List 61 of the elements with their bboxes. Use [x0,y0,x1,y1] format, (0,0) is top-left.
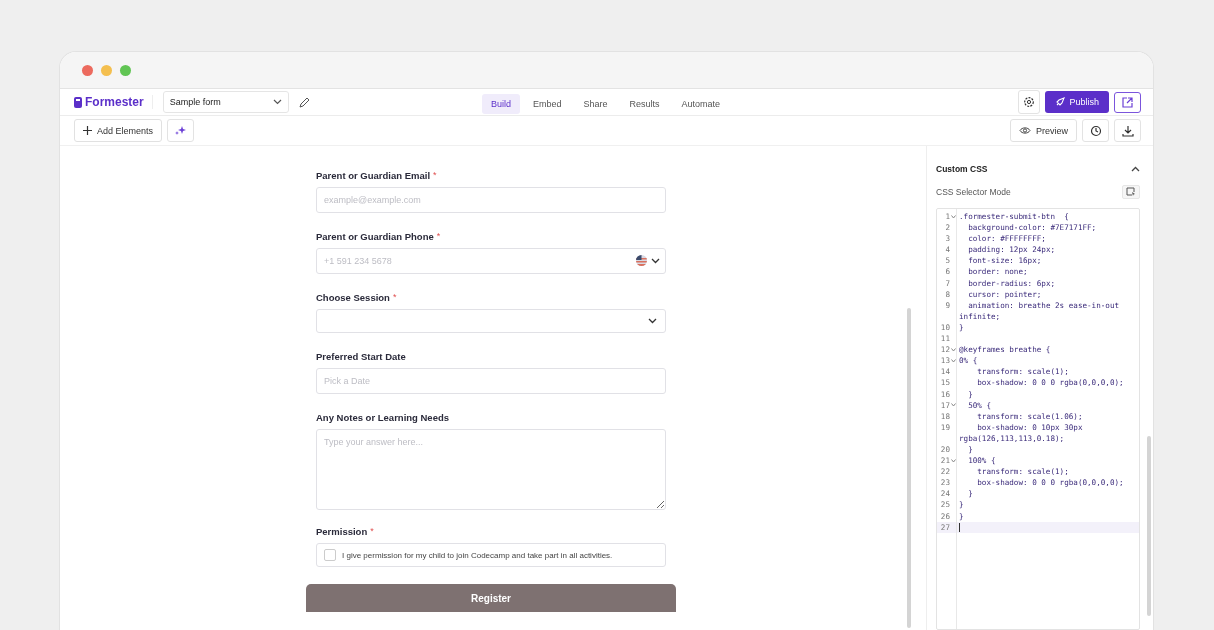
field-label: Parent or Guardian Email [316,170,431,181]
sparkle-icon [175,125,187,136]
checkbox[interactable] [324,549,336,561]
cursor-select-icon [1126,187,1136,197]
nav-tab[interactable]: Automate [672,94,730,115]
field-label: Any Notes or Learning Needs [316,412,450,423]
field-label: Preferred Start Date [316,351,406,362]
text-area[interactable]: Type your answer here... [316,429,666,510]
register-button[interactable]: Register [306,584,676,612]
open-external-button[interactable] [1114,91,1141,113]
logo-icon [74,96,82,108]
pencil-icon[interactable] [298,96,310,108]
maximize-window-dot[interactable] [120,64,131,76]
fold-icon[interactable] [950,214,956,219]
email-field[interactable]: example@example.com [316,187,666,213]
form-dropdown[interactable]: Sample form [162,91,289,114]
nav-tab[interactable]: Build [482,94,520,115]
selector-mode-button[interactable] [1122,185,1140,199]
chevron-down-icon [648,318,657,324]
ai-sparkle-button[interactable] [167,119,195,142]
chevron-up-icon[interactable] [1131,166,1140,172]
publish-button[interactable]: Publish [1045,91,1109,114]
field-label: Choose Session [316,292,390,303]
close-window-dot[interactable] [82,64,93,76]
minimize-window-dot[interactable] [101,64,112,76]
chevron-down-icon [272,99,282,106]
plus-icon [83,126,92,135]
nav-tab[interactable]: Embed [524,94,571,115]
flag-icon[interactable] [636,255,647,266]
mode-label: CSS Selector Mode [936,187,1011,197]
code-editor[interactable] [936,208,1140,630]
download-button[interactable] [1114,119,1141,142]
required-mark: * [433,170,437,180]
scrollbar[interactable] [907,308,911,628]
scrollbar[interactable] [1147,436,1151,616]
required-mark: * [436,231,441,241]
required-mark: * [392,292,397,302]
chevron-down-icon [651,257,660,264]
nav-tab[interactable]: Share [574,94,617,115]
settings-button[interactable] [1018,90,1041,115]
history-button[interactable] [1082,119,1109,142]
preview-button[interactable]: Preview [1010,119,1077,142]
download-icon [1121,124,1134,137]
eye-icon [1019,126,1031,135]
phone-field[interactable]: +1 591 234 5678 [316,248,666,274]
rocket-icon [1055,97,1066,108]
field-label: Permission [316,526,368,537]
checkbox-label: I give permission for my child to join Codecamp and take part in all activities. [342,550,613,560]
panel-title: Custom CSS [936,164,988,174]
fold-icon[interactable] [950,403,956,408]
settings-icon [1023,96,1036,109]
app-logo: Formester [85,95,144,110]
nav-tab[interactable]: Results [620,94,669,115]
clock-icon [1089,124,1102,137]
add-elements-button[interactable]: Add Elements [74,119,163,142]
fold-icon[interactable] [950,458,956,463]
field-label: Parent or Guardian Phone [316,231,434,242]
external-link-icon [1122,96,1133,108]
form-name: Sample form [169,97,221,108]
text-cursor [959,523,960,533]
required-mark: * [370,526,374,536]
